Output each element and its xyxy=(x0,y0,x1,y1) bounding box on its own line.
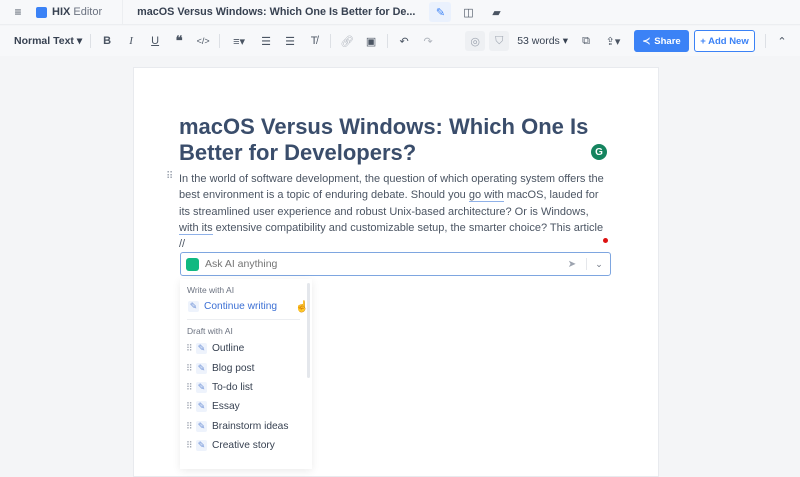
drag-handle-icon[interactable]: ⠿ xyxy=(186,401,196,412)
copy-icon[interactable]: ⧉ xyxy=(576,31,596,51)
menu-item-draft[interactable]: ⠿ ✎ Blog post xyxy=(180,359,312,378)
italic-icon[interactable]: I xyxy=(121,31,141,51)
magic-wand-icon[interactable]: ✎ xyxy=(429,2,452,22)
top-bar: ≡ HIX Editor macOS Versus Windows: Which… xyxy=(0,0,800,25)
format-toolbar: Normal Text ▾ B I U ❝ </> ≡▾ ☰ ☰ T̸ 🔗︎ ▣… xyxy=(0,26,800,56)
menu-item-draft[interactable]: ⠿ ✎ Creative story xyxy=(180,436,312,455)
word-count-dropdown[interactable]: 53 words ▾ xyxy=(517,35,568,47)
drag-handle-icon[interactable]: ⠿ xyxy=(186,440,196,451)
numbered-list-icon[interactable]: ☰ xyxy=(256,31,276,51)
app-name-rest: Editor xyxy=(70,6,103,18)
pen-icon: ✎ xyxy=(196,420,207,432)
divider xyxy=(387,34,389,48)
export-icon[interactable]: ⇪▾ xyxy=(600,31,626,51)
divider xyxy=(330,34,332,48)
suggestion-underline[interactable]: with its xyxy=(179,221,213,235)
share-label: Share xyxy=(654,35,681,47)
code-icon[interactable]: </> xyxy=(193,31,213,51)
ask-ai-input[interactable] xyxy=(205,258,563,270)
menu-icon[interactable]: ≡ xyxy=(10,5,26,19)
ai-bot-icon xyxy=(186,257,199,271)
share-button[interactable]: ≺ Share xyxy=(634,30,689,52)
underline-icon[interactable]: U xyxy=(145,31,165,51)
send-icon[interactable]: ➤ xyxy=(563,259,581,270)
menu-item-continue-writing[interactable]: ✎ Continue writing ☝ xyxy=(180,297,312,316)
bold-icon[interactable]: B xyxy=(97,31,117,51)
red-dot-icon xyxy=(603,238,608,243)
menu-item-label: Outline xyxy=(212,343,245,355)
collapse-icon[interactable]: ⌃ xyxy=(772,31,792,51)
menu-item-draft[interactable]: ⠿ ✎ Outline xyxy=(180,339,312,358)
redo-icon[interactable]: ↷ xyxy=(418,31,438,51)
pen-icon: ✎ xyxy=(188,301,199,313)
image-icon[interactable]: ▣ xyxy=(361,31,381,51)
undo-icon[interactable]: ↶ xyxy=(394,31,414,51)
menu-item-draft[interactable]: ⠿ ✎ Essay xyxy=(180,397,312,416)
document-title[interactable]: macOS Versus Windows: Which One Is Bette… xyxy=(179,114,599,166)
share-icon: ≺ xyxy=(642,35,651,47)
para-text: extensive compatibility and customizable… xyxy=(212,221,448,234)
text-style-dropdown[interactable]: Normal Text ▾ xyxy=(14,35,82,47)
pen-icon: ✎ xyxy=(196,439,207,451)
plagiarism-icon[interactable]: ◎ xyxy=(465,31,486,51)
pen-icon: ✎ xyxy=(196,401,207,413)
ai-suggestion-menu: Write with AI ✎ Continue writing ☝ Draft w… xyxy=(180,279,312,469)
grammarly-icon[interactable]: G xyxy=(591,144,607,160)
document-title-tab[interactable]: macOS Versus Windows: Which One Is Bette… xyxy=(137,6,415,18)
menu-item-draft[interactable]: ⠿ ✎ Brainstorm ideas xyxy=(180,416,312,435)
intro-paragraph[interactable]: In the world of software development, th… xyxy=(179,171,609,252)
align-icon[interactable]: ≡▾ xyxy=(226,31,252,51)
bullet-list-icon[interactable]: ☰ xyxy=(280,31,300,51)
para-text: // xyxy=(179,238,186,251)
divider xyxy=(586,258,587,270)
quote-icon[interactable]: ❝ xyxy=(169,31,189,51)
drag-handle-icon[interactable]: ⠿ xyxy=(166,171,173,182)
ask-ai-bar[interactable]: ➤ ⌄ xyxy=(180,252,611,276)
comments-icon[interactable]: ▰ xyxy=(485,2,507,22)
drag-handle-icon[interactable]: ⠿ xyxy=(186,343,196,354)
app-name-bold: HIX xyxy=(52,6,71,18)
divider xyxy=(219,34,221,48)
draft-with-ai-header: Draft with AI xyxy=(187,326,233,337)
panel-layout-icon[interactable]: ◫ xyxy=(457,2,479,22)
menu-item-label: Blog post xyxy=(212,362,255,374)
divider xyxy=(90,34,92,48)
divider xyxy=(765,34,766,48)
write-with-ai-header: Write with AI xyxy=(187,285,235,295)
hix-logo-icon xyxy=(36,6,47,18)
divider xyxy=(187,319,300,321)
shield-icon[interactable]: ⛉ xyxy=(489,31,510,51)
menu-item-label: Essay xyxy=(212,401,240,413)
divider xyxy=(122,0,124,25)
drag-handle-icon[interactable]: ⠿ xyxy=(186,382,196,393)
drag-handle-icon[interactable]: ⠿ xyxy=(186,421,196,432)
word-count: 53 words xyxy=(517,35,560,47)
menu-scrollbar[interactable] xyxy=(307,283,310,378)
pen-icon: ✎ xyxy=(196,362,207,374)
link-icon[interactable]: 🔗︎ xyxy=(337,31,357,51)
clear-format-icon[interactable]: T̸ xyxy=(304,31,324,51)
menu-item-draft[interactable]: ⠿ ✎ To-do list xyxy=(180,378,312,397)
chevron-down-icon[interactable]: ⌄ xyxy=(592,259,606,270)
menu-item-label: To-do list xyxy=(212,382,253,394)
add-new-button[interactable]: + Add New xyxy=(694,30,755,52)
pen-icon: ✎ xyxy=(196,382,207,394)
app-name: HIX Editor xyxy=(52,6,102,18)
menu-item-label: Creative story xyxy=(212,439,275,451)
menu-item-label: Brainstorm ideas xyxy=(212,420,289,432)
pen-icon: ✎ xyxy=(196,343,207,355)
drag-handle-icon[interactable]: ⠿ xyxy=(186,363,196,374)
menu-item-label: Continue writing xyxy=(204,301,278,313)
suggestion-underline[interactable]: go with xyxy=(468,189,504,203)
text-style-label: Normal Text xyxy=(14,35,74,47)
para-text: the smarter choice? This article xyxy=(447,221,604,234)
